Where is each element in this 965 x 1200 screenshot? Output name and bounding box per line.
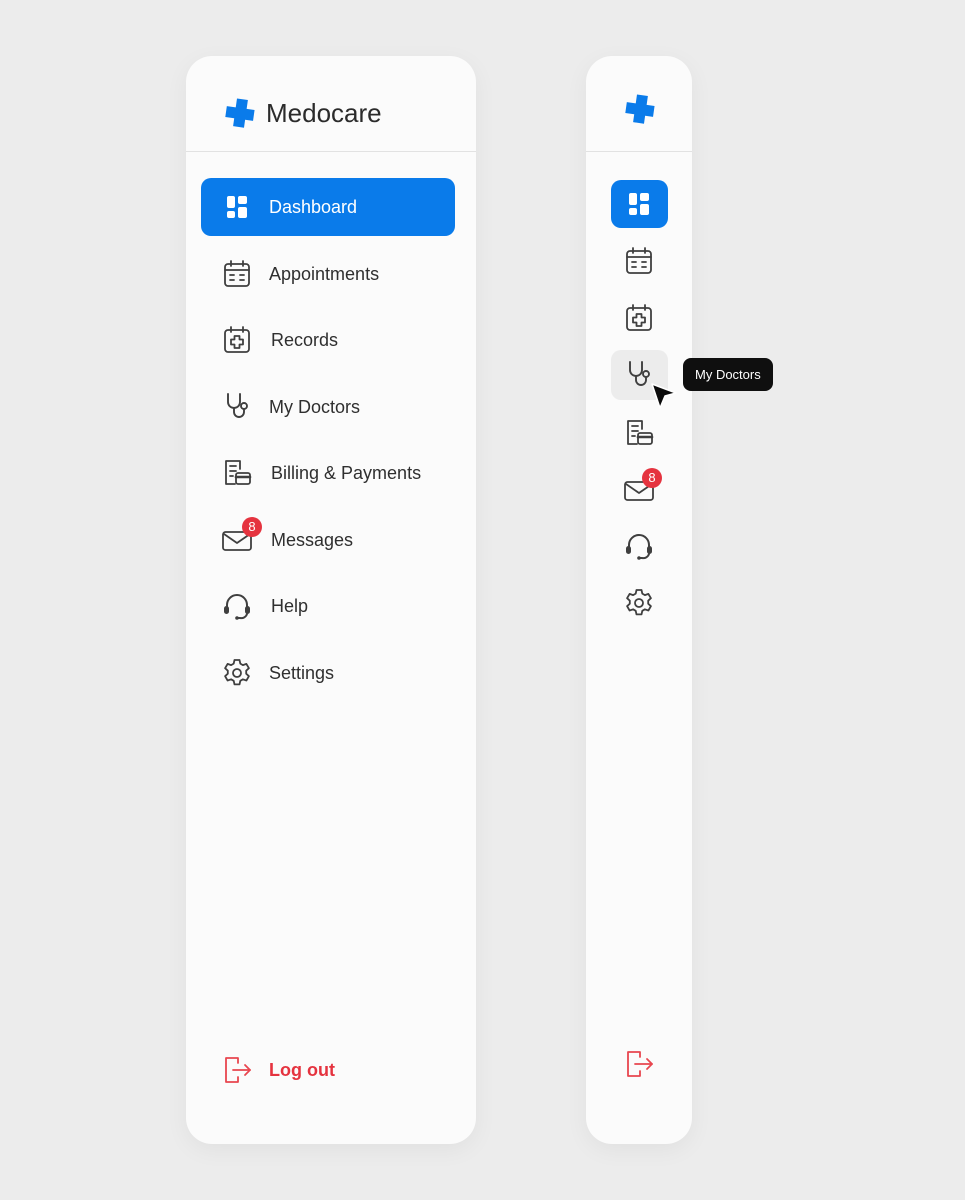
headset-icon	[221, 590, 253, 622]
sidebar-mini-item-settings[interactable]	[611, 579, 668, 627]
sidebar-item-label: Help	[271, 596, 309, 616]
brand-header	[586, 56, 692, 152]
medical-calendar-icon	[221, 324, 253, 356]
sidebar-mini-item-appointments[interactable]	[611, 237, 668, 285]
sidebar-item-billing[interactable]: Billing & Payments	[201, 444, 455, 502]
logout-icon	[623, 1048, 655, 1080]
medical-calendar-icon	[623, 302, 655, 334]
sidebar-item-dashboard[interactable]: Dashboard	[201, 178, 455, 236]
sidebar-mini-item-messages[interactable]: 8	[611, 466, 668, 514]
mouse-pointer-icon	[650, 381, 680, 411]
logout-icon	[221, 1054, 253, 1086]
sidebar-mini-item-dashboard[interactable]	[611, 180, 668, 228]
logout-button[interactable]: Log out	[201, 1041, 455, 1099]
sidebar-item-my-doctors[interactable]: My Doctors	[201, 378, 455, 436]
sidebar-item-records[interactable]: Records	[201, 311, 455, 369]
sidebar-item-label: My Doctors	[269, 397, 361, 417]
dashboard-grid-icon	[623, 188, 655, 220]
medical-cross-logo-icon[interactable]	[624, 93, 656, 125]
logout-button[interactable]	[611, 1040, 668, 1088]
sidebar-item-label: Appointments	[269, 264, 380, 284]
headset-icon	[623, 530, 655, 562]
sidebar-item-label: Settings	[269, 663, 335, 683]
sidebar-item-appointments[interactable]: Appointments	[201, 245, 455, 303]
unread-badge: 8	[642, 468, 662, 488]
sidebar-mini-item-help[interactable]	[611, 522, 668, 570]
sidebar-item-help[interactable]: Help	[201, 577, 455, 635]
sidebar-mini-item-billing[interactable]	[611, 409, 668, 457]
sidebar-item-settings[interactable]: Settings	[201, 644, 455, 702]
sidebar-mini-item-records[interactable]	[611, 294, 668, 342]
dashboard-grid-icon	[221, 191, 253, 223]
tooltip-my-doctors: My Doctors	[683, 358, 773, 391]
unread-badge: 8	[242, 517, 262, 537]
sidebar-expanded: Medocare Dashboard Appointments Records …	[186, 56, 476, 1144]
brand-header: Medocare	[186, 56, 476, 152]
gear-icon	[623, 587, 655, 619]
calendar-icon	[623, 245, 655, 277]
sidebar-item-label: Dashboard	[269, 197, 358, 217]
sidebar-item-label: Messages	[271, 530, 354, 550]
sidebar-item-messages[interactable]: 8 Messages	[201, 511, 455, 569]
gear-icon	[221, 657, 253, 689]
medical-cross-logo-icon[interactable]	[224, 97, 256, 129]
calendar-icon	[221, 258, 253, 290]
stethoscope-icon	[221, 391, 253, 423]
brand-name: Medocare	[266, 98, 382, 128]
sidebar-item-label: Records	[271, 330, 339, 350]
sidebar-item-label: Billing & Payments	[271, 463, 422, 483]
billing-card-icon	[623, 417, 655, 449]
logout-label: Log out	[269, 1060, 335, 1080]
billing-card-icon	[221, 457, 253, 489]
sidebar-collapsed: 8	[586, 56, 692, 1144]
